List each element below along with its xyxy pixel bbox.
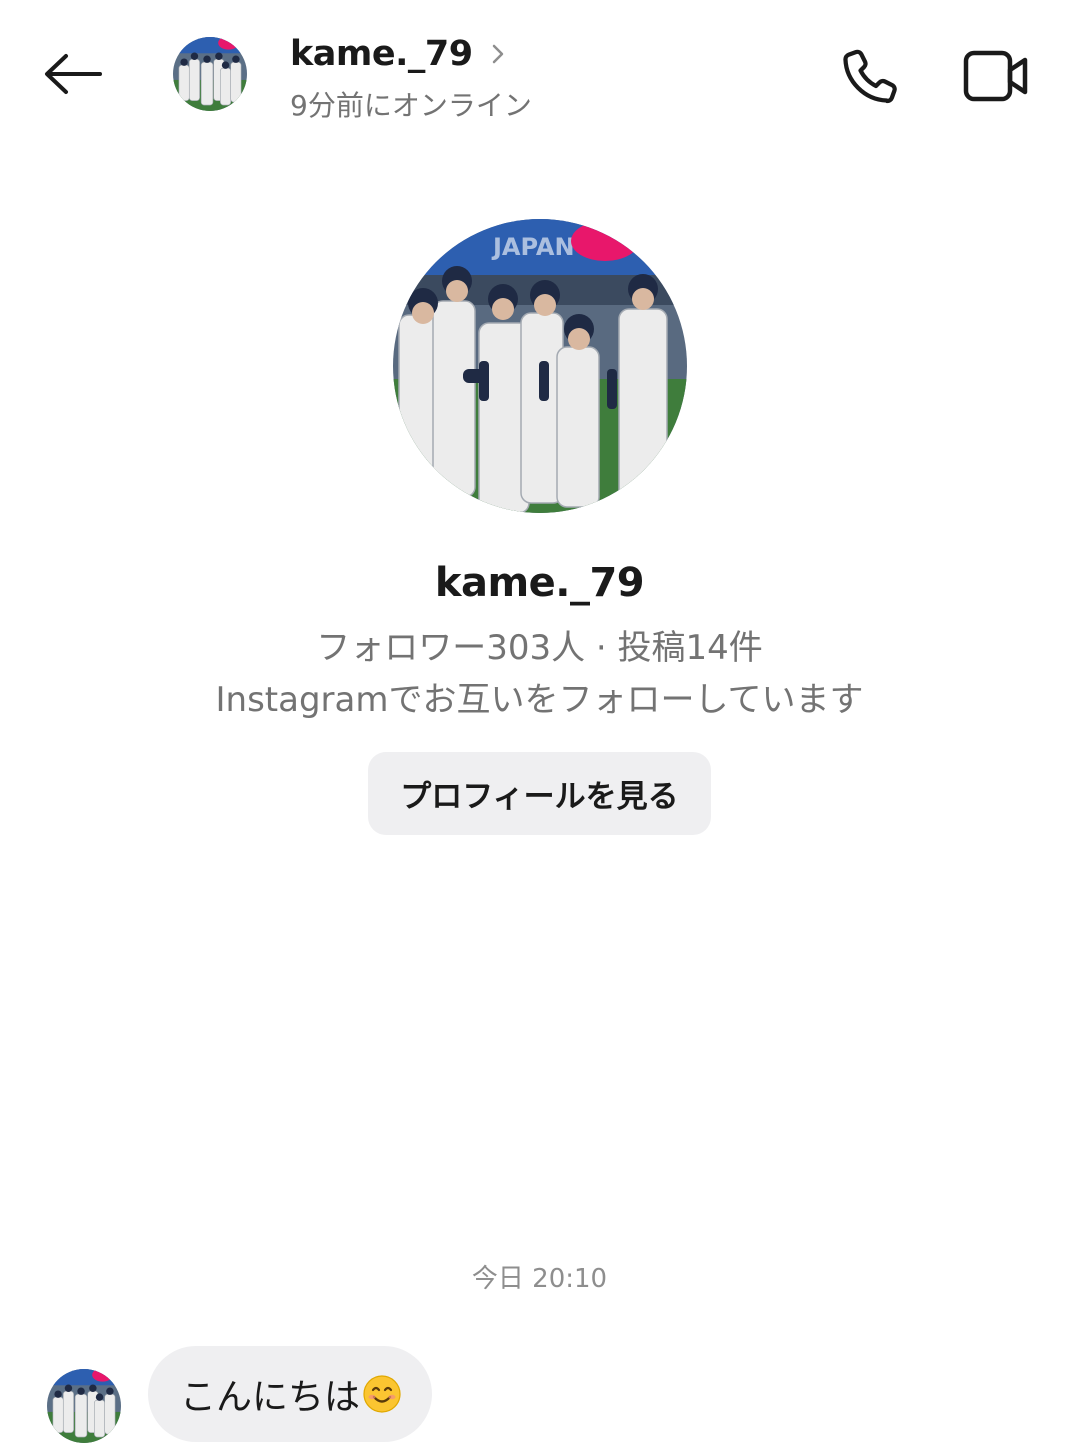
header-avatar[interactable] [173,37,247,111]
video-camera-icon [963,48,1029,104]
mutual-follow-note: Instagramでお互いをフォローしています [215,680,864,720]
thread-header: kame._79 9分前にオンライン [0,0,1079,150]
profile-avatar[interactable]: JAPAN [393,219,687,513]
team-photo: JAPAN [393,219,687,513]
team-photo-thumbnail [47,1369,121,1443]
smiling-face-icon [362,1374,402,1414]
message-text: こんにちは [180,1377,361,1418]
phone-icon [838,44,902,108]
video-call-button[interactable] [958,40,1034,112]
team-photo-thumbnail [173,37,247,111]
profile-name: kame._79 [434,560,645,606]
back-button[interactable] [38,44,108,104]
voice-call-button[interactable] [834,40,906,112]
message-sender-avatar[interactable] [47,1369,121,1443]
profile-stats: フォロワー303人 · 投稿14件 [316,628,763,668]
view-profile-button[interactable]: プロフィールを見る [368,752,711,835]
chevron-right-icon [489,42,507,66]
message-bubble[interactable]: こんにちは [148,1346,433,1442]
arrow-left-icon [42,52,104,96]
message-timestamp: 今日 20:10 [471,1264,608,1294]
photo-banner-text: JAPAN [491,233,575,261]
header-username[interactable]: kame._79 [290,34,507,74]
online-status: 9分前にオンライン [290,89,532,122]
username-label: kame._79 [290,34,473,74]
